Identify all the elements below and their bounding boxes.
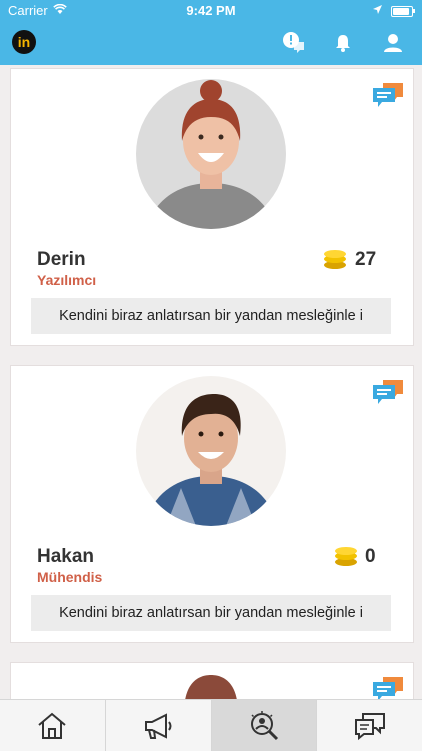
profile-profession: Yazılımcı — [37, 272, 97, 288]
clock: 9:42 PM — [186, 3, 236, 18]
coin-count: 27 — [355, 249, 377, 270]
battery-icon — [391, 6, 413, 17]
user-icon[interactable] — [381, 31, 405, 55]
chat-bubble-icon[interactable] — [371, 378, 405, 406]
app-header: Carrier 9:42 PM in — [0, 0, 422, 65]
tab-bar — [0, 699, 422, 751]
coin-icon — [324, 250, 346, 269]
tab-messages[interactable] — [317, 700, 422, 751]
tab-discover[interactable] — [211, 700, 318, 751]
app-logo[interactable]: in — [12, 30, 36, 54]
messages-icon — [354, 712, 385, 740]
avatar[interactable] — [136, 79, 286, 229]
profile-bio: Kendini biraz anlatırsan bir yandan mesl… — [31, 595, 391, 631]
profile-card[interactable]: Derin Yazılımcı 27 Kendini biraz anlatır… — [10, 68, 414, 346]
coin-count: 0 — [365, 546, 376, 567]
megaphone-icon — [145, 712, 172, 739]
location-icon — [373, 5, 382, 14]
coin-icon — [335, 547, 357, 566]
profile-name: Hakan — [37, 546, 95, 567]
alert-bubble-icon[interactable] — [282, 31, 306, 55]
status-bar: Carrier 9:42 PM — [0, 0, 422, 22]
home-icon — [38, 712, 67, 739]
profile-profession: Mühendis — [37, 569, 103, 585]
avatar[interactable] — [136, 376, 286, 526]
profile-bio: Kendini biraz anlatırsan bir yandan mesl… — [31, 298, 391, 334]
tab-announcements[interactable] — [106, 700, 212, 751]
bell-icon[interactable] — [331, 31, 355, 55]
search-people-icon — [250, 710, 278, 740]
tab-home[interactable] — [0, 700, 106, 751]
chat-bubble-icon[interactable] — [371, 81, 405, 109]
profile-card[interactable]: Hakan Mühendis 0 Kendini biraz anlatırsa… — [10, 365, 414, 643]
battery-tip — [413, 9, 415, 13]
profile-name: Derin — [37, 249, 86, 270]
